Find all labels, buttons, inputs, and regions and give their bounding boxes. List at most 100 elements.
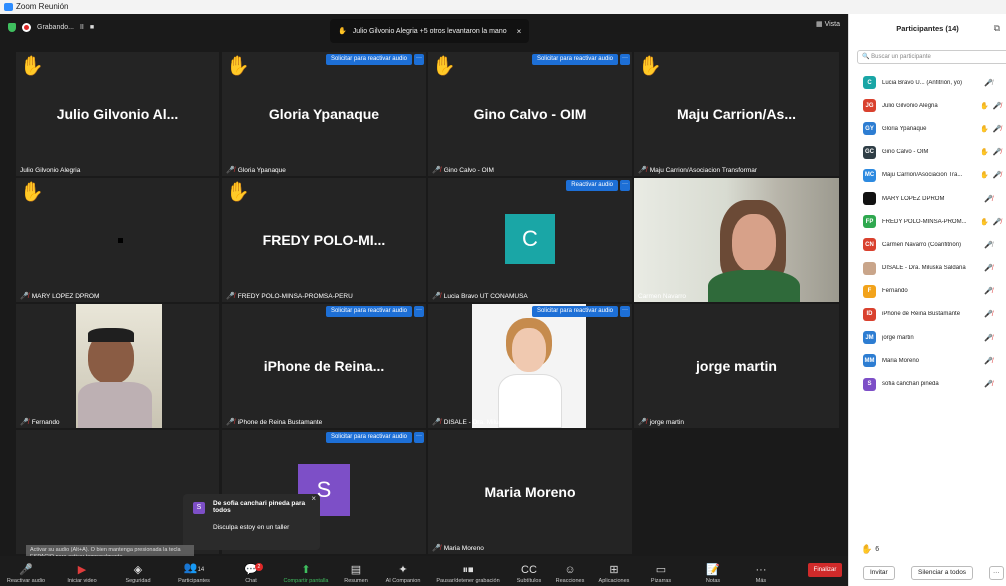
tile-label: 🎤̸ Gino Calvo - OIM	[432, 166, 494, 175]
participants-button[interactable]: 👥14 Participantes	[172, 556, 216, 586]
person-body	[708, 270, 800, 302]
participant-status: ✋ 🎤̸	[980, 148, 1001, 156]
participant-status: 🎤̸	[980, 195, 993, 203]
participant-row[interactable]: ID iPhone de Reina Bustamante 🎤̸	[849, 303, 1006, 326]
participant-avatar: F	[863, 284, 876, 298]
request-unmute-button[interactable]: Solicitar para reactivar audio	[531, 306, 618, 317]
participant-row[interactable]: JM jorge martin 🎤̸	[849, 326, 1006, 349]
video-tile-gloria[interactable]: ✋ Solicitar para reactivar audio ··· Glo…	[222, 52, 426, 176]
ai-label: AI Companion	[385, 578, 421, 584]
view-button[interactable]: ▦ Vista	[816, 20, 840, 28]
mic-muted-icon: 🎤̸	[984, 381, 993, 389]
unmute-button[interactable]: 🎤 Reactivar audio	[6, 556, 46, 586]
request-unmute-button[interactable]: Solicitar para reactivar audio	[325, 432, 412, 443]
video-tile-disale[interactable]: Solicitar para reactivar audio ··· 🎤̸ DIS…	[428, 304, 632, 428]
request-unmute-button[interactable]: Solicitar para reactivar audio	[325, 54, 412, 65]
participant-row[interactable]: GY Gloria Ypanaque ✋ 🎤̸	[849, 117, 1006, 140]
shield-icon[interactable]	[8, 22, 16, 32]
hands-count-value: 6	[875, 546, 880, 553]
notes-button[interactable]: 📝 Notas	[700, 556, 726, 586]
mic-muted-icon: 🎤̸	[992, 102, 1002, 110]
invite-button[interactable]: Invitar	[863, 566, 895, 580]
mic-muted-icon: 🎤̸	[984, 288, 993, 296]
participant-row[interactable]: MARY LOPEZ DPROM 🎤̸	[849, 187, 1006, 210]
participant-row[interactable]: DISALE - Dra. Miluska Saldaña 🎤̸	[849, 257, 1006, 280]
tile-label: 🎤̸ Lucia Bravo UT CONAMUSA	[432, 292, 528, 301]
tile-more-button[interactable]: ···	[620, 180, 630, 191]
video-tile-carmen[interactable]: Carmen Navarro	[634, 178, 839, 302]
unmute-button[interactable]: Reactivar audio	[566, 180, 618, 191]
search-input[interactable]: 🔍 Buscar un participante	[857, 50, 1006, 64]
popout-icon[interactable]: ⧉	[994, 23, 1000, 34]
close-icon[interactable]: ×	[311, 494, 316, 503]
participant-row[interactable]: C Lucia Bravo U... (Anfitrión, yo) 🎤̸	[849, 71, 1006, 94]
participant-row[interactable]: MC Maju Carrion/Asociacion Tra... ✋ 🎤̸	[849, 164, 1006, 187]
video-tile-jorge[interactable]: jorge martin 🎤̸ jorge martin	[634, 304, 839, 428]
participant-row[interactable]: JG Julio Gilvonio Alegria ✋ 🎤̸	[849, 94, 1006, 117]
participant-row[interactable]: CN Carmen Navarro (Coanfitrión) 🎤̸	[849, 233, 1006, 256]
raised-hand-icon: ✋	[980, 149, 989, 157]
participant-name: MARY LOPEZ DPROM	[882, 195, 945, 202]
tile-more-button[interactable]: ···	[620, 306, 630, 317]
video-tile-gino[interactable]: ✋ Solicitar para reactivar audio ··· Gin…	[428, 52, 632, 176]
raised-hands-notification: ✋ Julio Gilvonio Alegria +5 otros levant…	[330, 19, 530, 43]
captions-icon: CC	[521, 564, 537, 576]
apps-button[interactable]: ⊞ Aplicaciones	[594, 556, 634, 586]
tile-more-button[interactable]: ···	[414, 432, 424, 443]
tile-label: 🎤̸ MARY LOPEZ DPROM	[20, 292, 99, 301]
participant-row[interactable]: F Fernando 🎤̸	[849, 280, 1006, 303]
window-titlebar: Zoom Reunión	[0, 0, 1006, 14]
tile-label-text: jorge martin	[649, 418, 685, 426]
mic-muted-icon: 🎤	[19, 564, 33, 576]
camera-dot	[118, 238, 123, 243]
participant-avatar: GC	[863, 145, 876, 159]
video-tile-mary[interactable]: ✋ 🎤̸ MARY LOPEZ DPROM	[16, 178, 219, 302]
video-tile-fernando[interactable]: 🎤̸ Fernando	[16, 304, 219, 428]
whiteboards-button[interactable]: ▭ Pizarras	[646, 556, 676, 586]
video-tile-reina[interactable]: Solicitar para reactivar audio ··· iPhon…	[222, 304, 426, 428]
participant-row[interactable]: GC Gino Calvo - OIM ✋ 🎤̸	[849, 141, 1006, 164]
request-unmute-button[interactable]: Solicitar para reactivar audio	[325, 306, 412, 317]
participant-row[interactable]: FP FREDY POLO-MINSA-PROM... ✋ 🎤̸	[849, 210, 1006, 233]
chat-button[interactable]: 💬 2 Chat	[236, 556, 266, 586]
ai-companion-button[interactable]: ✦ AI Companion	[380, 556, 426, 586]
security-button[interactable]: ◈ Seguridad	[118, 556, 158, 586]
video-tile-maju[interactable]: ✋ Maju Carrion/As... 🎤̸ Maju Carrion/Asoc…	[634, 52, 839, 176]
video-tile-lucia[interactable]: Reactivar audio ··· C 🎤̸ Lucia Bravo UT C…	[428, 178, 632, 302]
mic-muted-icon: 🎤̸	[638, 167, 647, 174]
sparkle-icon: ✦	[398, 564, 408, 576]
more-button[interactable]: ··· Más	[750, 556, 772, 586]
end-meeting-button[interactable]: Finalizar	[808, 563, 842, 577]
mute-all-button[interactable]: Silenciar a todos	[911, 566, 974, 580]
raised-hand-icon: ✋	[861, 544, 873, 554]
close-icon[interactable]: ×	[517, 27, 522, 36]
video-tile-fredy[interactable]: ✋ FREDY POLO-MI... 🎤̸ FREDY POLO-MINSA-PR…	[222, 178, 426, 302]
video-tile-julio[interactable]: ✋ Julio Gilvonio Al... Julio Gilvonio Al…	[16, 52, 219, 176]
video-tile-maria[interactable]: Maria Moreno 🎤̸ Maria Moreno	[428, 430, 632, 554]
tile-more-button[interactable]: ···	[414, 54, 424, 65]
pause-recording-button[interactable]: II	[80, 24, 84, 31]
panel-more-button[interactable]: ···	[989, 566, 1004, 580]
tile-more-button[interactable]: ···	[414, 306, 424, 317]
raised-hand-icon: ✋	[226, 182, 250, 203]
stop-recording-button[interactable]: ■	[90, 24, 94, 31]
mic-muted-icon: 🎤̸	[984, 79, 993, 87]
start-video-button[interactable]: ▶ Iniciar video	[62, 556, 102, 586]
summary-button[interactable]: ▤ Resumen	[340, 556, 372, 586]
share-screen-button[interactable]: ⬆ Compartir pantalla	[278, 556, 334, 586]
raised-hand-icon: ✋	[20, 56, 44, 77]
chat-popup[interactable]: S De sofia canchari pineda para todos Di…	[183, 494, 320, 550]
captions-button[interactable]: CC Subtítulos	[512, 556, 546, 586]
tile-more-button[interactable]: ···	[620, 54, 630, 65]
tile-label-text: Gino Calvo - OIM	[443, 166, 494, 174]
participant-avatar: C	[505, 214, 555, 264]
participant-row[interactable]: Ssofia canchari pineda 🎤̸	[849, 372, 1006, 395]
participant-row[interactable]: MM Maria Moreno 🎤̸	[849, 349, 1006, 372]
request-unmute-button[interactable]: Solicitar para reactivar audio	[531, 54, 618, 65]
record-control-button[interactable]: ⏸⏹ Pausar/detener grabación	[430, 556, 506, 586]
person-face	[512, 328, 546, 372]
tile-name: iPhone de Reina...	[263, 358, 385, 374]
participant-name: Lucia Bravo U... (Anfitrión, yo)	[882, 79, 963, 86]
reactions-button[interactable]: ☺ Reacciones	[552, 556, 588, 586]
raised-hand-icon: ✋	[338, 28, 347, 35]
